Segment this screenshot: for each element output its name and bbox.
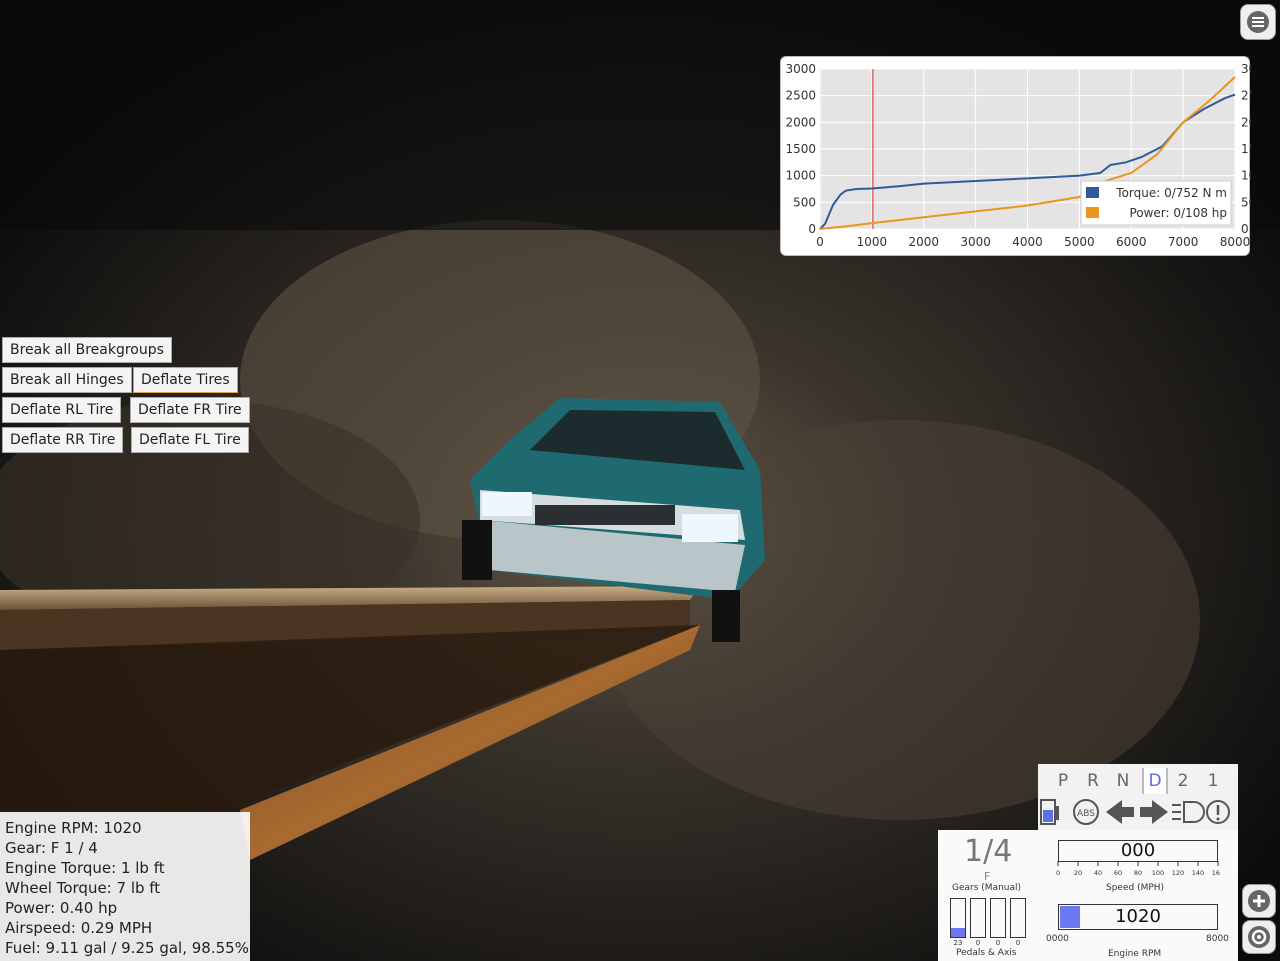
rpm-display: 1020 — [1115, 906, 1161, 927]
y-right-tick-label: 500 — [1241, 195, 1251, 209]
break-all-breakgroups-button[interactable]: Break all Breakgroups — [2, 337, 172, 363]
deflate-fl-tire-button[interactable]: Deflate FL Tire — [131, 427, 249, 453]
pedal-value: 23 — [953, 939, 963, 947]
abs-icon: ABS — [1073, 799, 1099, 825]
x-tick-label: 2000 — [908, 235, 939, 249]
gear-text: Gear: F 1 / 4 — [5, 839, 98, 857]
brake-warning-icon — [1206, 800, 1230, 824]
airspeed-text: Airspeed: 0.29 MPH — [5, 919, 153, 937]
gear-r[interactable]: R — [1082, 768, 1104, 794]
wheel-torque-text: Wheel Torque: 7 lb ft — [5, 879, 161, 897]
x-tick-label: 0 — [816, 235, 824, 249]
pedal-value: 0 — [1015, 939, 1021, 947]
pedal-value: 0 — [975, 939, 981, 947]
y-right-tick-label: 2000 — [1241, 115, 1251, 129]
gear-mode: F — [984, 870, 991, 883]
dashboard-panel: 1/4 F Gears (Manual) 000 0 20 40 60 80 100 120… — [938, 830, 1238, 961]
legend-torque-label: Torque: 0/752 N m — [1115, 186, 1227, 200]
speed-tick-label: 20 — [1074, 869, 1082, 877]
x-tick-label: 8000 — [1220, 235, 1251, 249]
speed-tick-label: 60 — [1114, 869, 1122, 877]
power-text: Power: 0.40 hp — [5, 899, 118, 917]
y-left-tick-label: 500 — [793, 195, 816, 209]
headlight-icon — [1172, 801, 1205, 823]
speed-display: 000 — [1058, 840, 1218, 862]
rpm-min-label: 0000 — [1046, 934, 1069, 944]
pedal-fill — [951, 928, 965, 937]
y-left-tick-label: 2000 — [785, 115, 816, 129]
y-left-tick-label: 1000 — [785, 169, 816, 183]
menu-button[interactable] — [1240, 4, 1276, 40]
y-left-tick-label: 0 — [808, 222, 816, 236]
svg-text:ABS: ABS — [1077, 809, 1095, 819]
gear-icon — [1248, 926, 1270, 948]
speed-tick-label: 80 — [1134, 869, 1142, 877]
y-right-tick-label: 2500 — [1241, 89, 1251, 103]
chart-legend: Torque: 0/752 N m Power: 0/108 hp — [1080, 180, 1232, 226]
y-right-tick-label: 0 — [1241, 222, 1249, 236]
speed-label: Speed (MPH) — [1106, 883, 1165, 893]
rpm-max-label: 8000 — [1206, 934, 1229, 944]
speed-tick-label: 40 — [1094, 869, 1102, 877]
x-tick-label: 1000 — [857, 235, 888, 249]
x-tick-label: 6000 — [1116, 235, 1147, 249]
speed-tick-label: 160 — [1212, 869, 1220, 877]
pedals-label: Pedals & Axis — [956, 948, 1017, 958]
gears-label: Gears (Manual) — [952, 883, 1022, 893]
plus-icon — [1248, 890, 1270, 912]
x-tick-label: 4000 — [1012, 235, 1043, 249]
deflate-rr-tire-button[interactable]: Deflate RR Tire — [2, 427, 124, 453]
speed-tick-label: 140 — [1192, 869, 1204, 877]
engine-rpm-text: Engine RPM: 1020 — [5, 819, 142, 837]
legend-power-label: Power: 0/108 hp — [1129, 206, 1227, 220]
y-right-tick-label: 1500 — [1241, 142, 1251, 156]
turn-signal-left-icon — [1106, 800, 1134, 824]
x-tick-label: 5000 — [1064, 235, 1095, 249]
gear-1[interactable]: 1 — [1202, 768, 1224, 794]
gear-2[interactable]: 2 — [1172, 768, 1194, 794]
gear-d[interactable]: D — [1142, 768, 1168, 794]
x-tick-label: 3000 — [960, 235, 991, 249]
deflate-rl-tire-button[interactable]: Deflate RL Tire — [2, 397, 122, 423]
legend-swatch-torque — [1086, 187, 1099, 198]
pedal-bar — [950, 898, 966, 938]
torque-power-chart: 0 1000 2000 3000 4000 5000 6000 7000 8000 0 500 100… — [780, 56, 1251, 256]
hamburger-menu-icon — [1247, 11, 1269, 33]
pedal-bar — [1010, 898, 1026, 938]
add-button[interactable] — [1242, 884, 1276, 918]
rpm-bar: 1020 — [1058, 904, 1218, 930]
y-left-tick-label: 2500 — [785, 89, 816, 103]
vehicle-info-panel: Engine RPM: 1020 Gear: F 1 / 4 Engine To… — [0, 812, 250, 961]
torque-chart-svg: 0 1000 2000 3000 4000 5000 6000 7000 80000500100… — [785, 62, 1251, 249]
pedal-bar — [970, 898, 986, 938]
speed-tick-label: 100 — [1152, 869, 1164, 877]
pedal-value: 0 — [995, 939, 1001, 947]
y-right-tick-label: 3000 — [1241, 62, 1251, 76]
gear-n[interactable]: N — [1112, 768, 1134, 794]
x-tick-label: 7000 — [1168, 235, 1199, 249]
pedal-bars: 23 0 0 0 — [950, 898, 1030, 947]
engine-torque-text: Engine Torque: 1 lb ft — [5, 859, 165, 877]
gear-selector: P R N D 2 1 ABS — [1038, 764, 1238, 830]
gear-display: 1/4 — [964, 834, 1013, 869]
break-all-hinges-button[interactable]: Break all Hinges — [2, 367, 132, 393]
speed-tick-label: 0 — [1056, 869, 1060, 877]
legend-swatch-power — [1086, 207, 1099, 218]
deflate-fr-tire-button[interactable]: Deflate FR Tire — [130, 397, 250, 423]
gear-p[interactable]: P — [1052, 768, 1074, 794]
rpm-label: Engine RPM — [1108, 949, 1162, 959]
deflate-tires-button[interactable]: Deflate Tires — [133, 367, 238, 393]
fuel-pump-icon — [1040, 799, 1059, 825]
turn-signal-right-icon — [1140, 800, 1168, 824]
fuel-text: Fuel: 9.11 gal / 9.25 gal, 98.55% — [5, 939, 249, 957]
y-left-tick-label: 3000 — [785, 62, 816, 76]
indicator-icons: ABS — [1040, 799, 1230, 825]
y-left-tick-label: 1500 — [785, 142, 816, 156]
speed-scale: 0 20 40 60 80 100 120 140 160 — [1056, 861, 1220, 877]
pedal-bar — [990, 898, 1006, 938]
settings-button[interactable] — [1242, 920, 1276, 954]
y-right-tick-label: 1000 — [1241, 169, 1251, 183]
speed-tick-label: 120 — [1172, 869, 1184, 877]
